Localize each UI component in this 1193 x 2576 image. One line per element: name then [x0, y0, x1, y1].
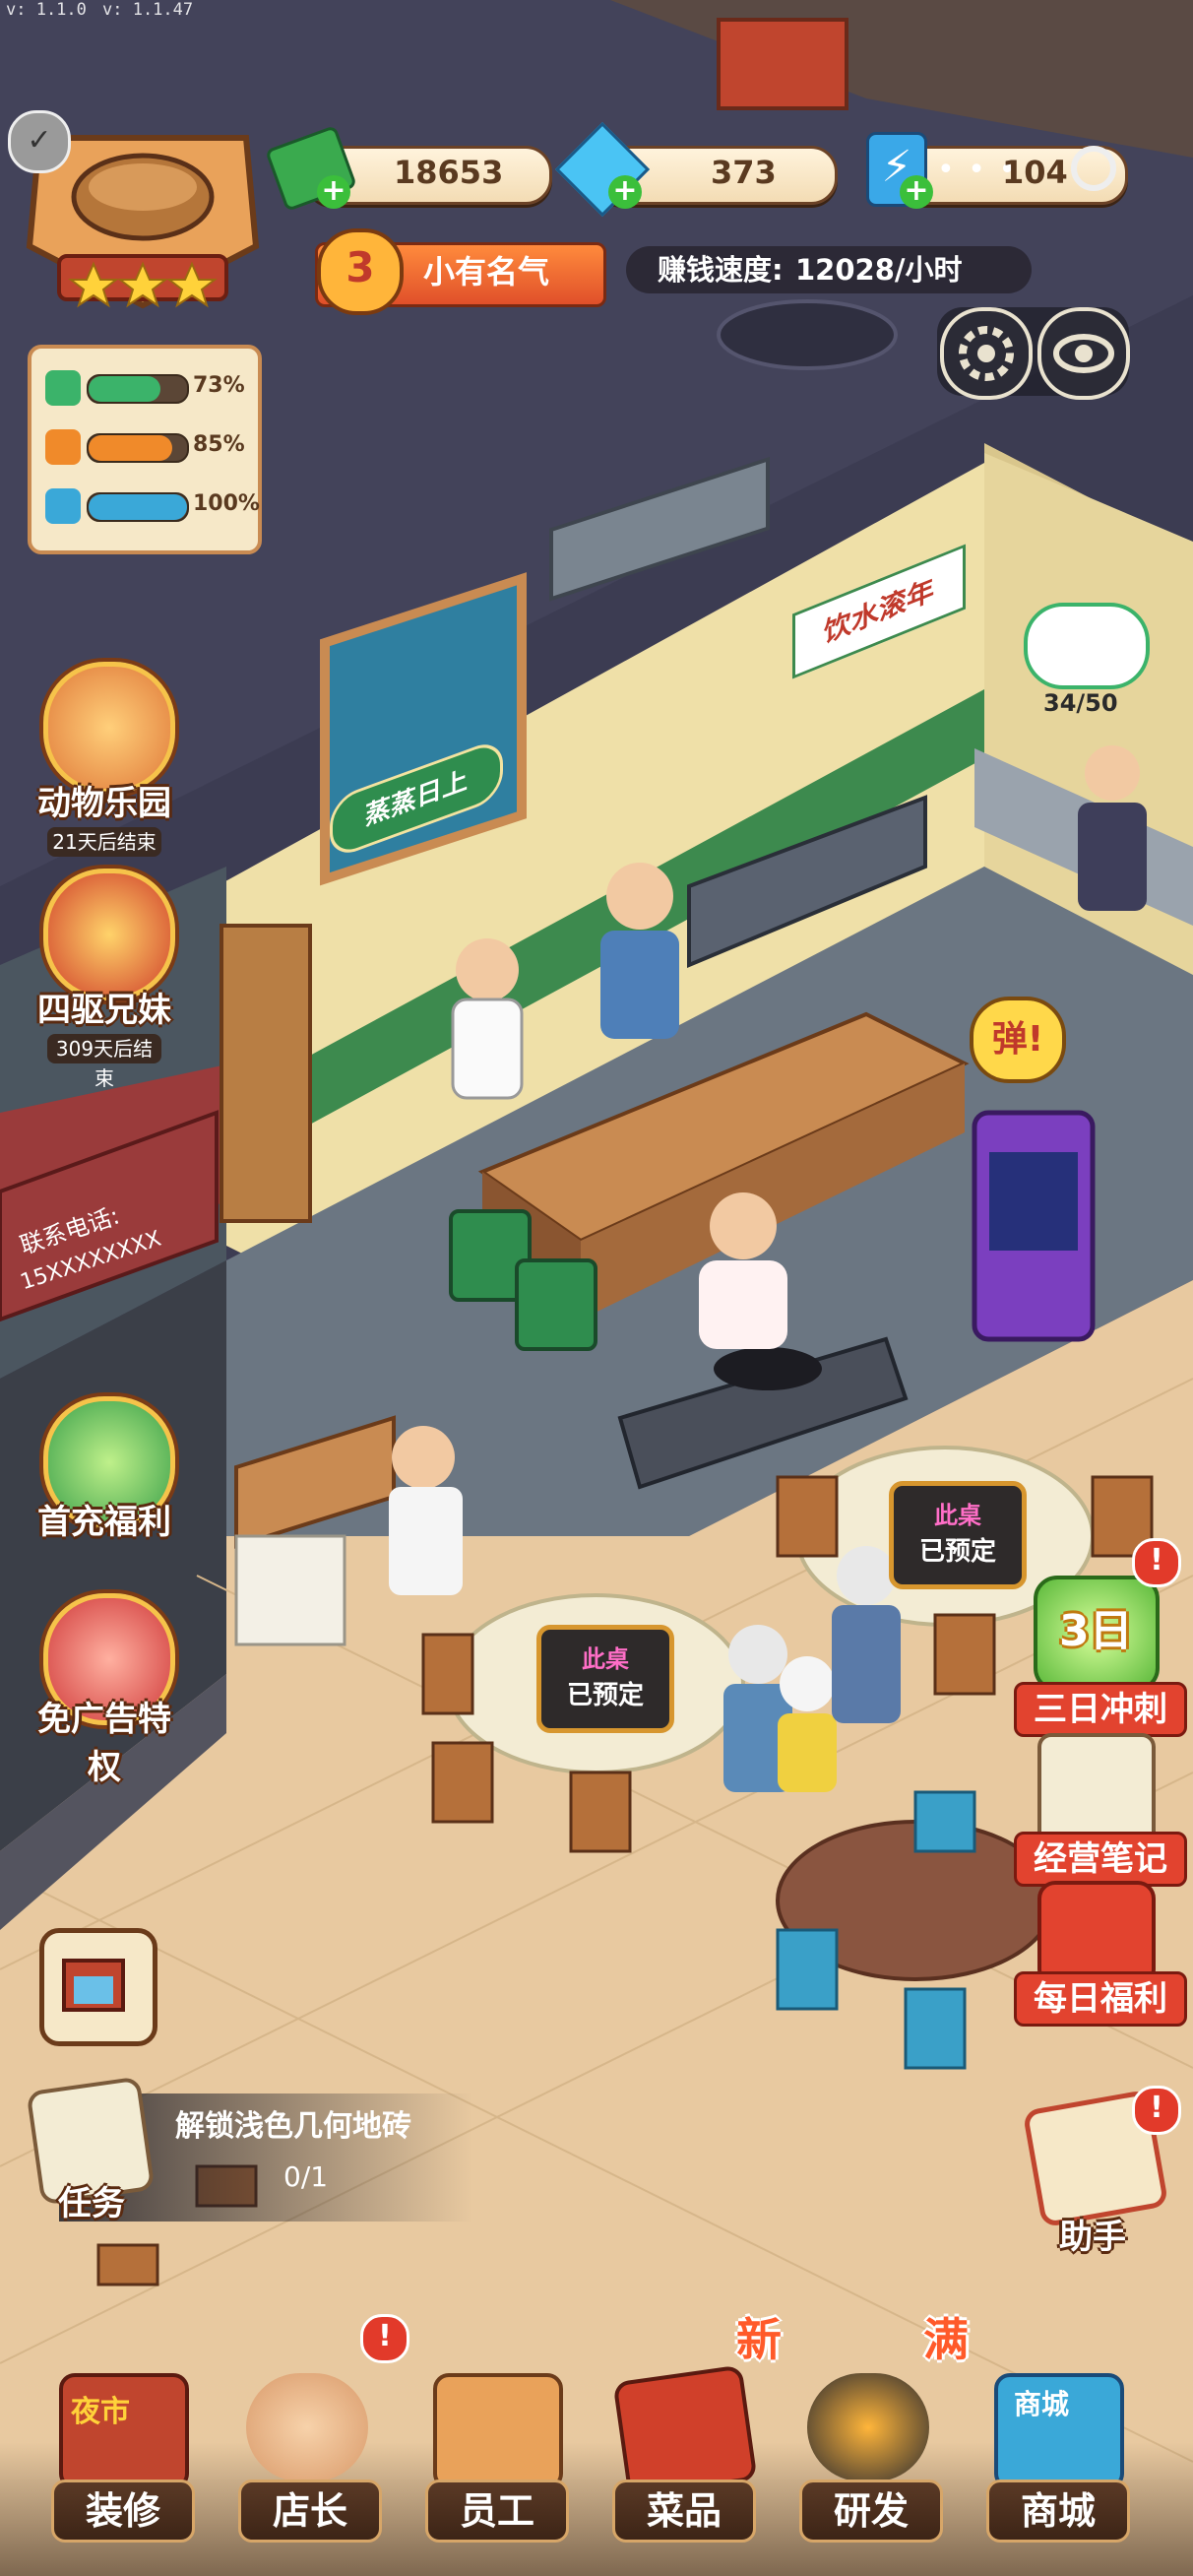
add-gems-icon[interactable]: + — [608, 175, 642, 209]
event-label: 首充福利 — [37, 1503, 171, 1542]
event-label: 三日冲刺 — [1014, 1682, 1187, 1737]
clover-icon — [45, 370, 81, 406]
notification-badge-icon: ! — [360, 2314, 409, 2363]
pop-bubble[interactable]: 弹! — [970, 997, 1066, 1083]
dish-rack[interactable] — [1024, 603, 1150, 689]
eye-icon — [1053, 334, 1114, 373]
nav-label: 员工 — [425, 2479, 569, 2543]
staff-badge-icon — [433, 2373, 563, 2489]
race-car-icon — [43, 869, 175, 1000]
view-button[interactable] — [1037, 307, 1130, 400]
stat-bar — [87, 433, 189, 463]
fame-level: 3 — [345, 243, 375, 291]
dish-counter: 34/50 — [1043, 689, 1118, 717]
energy-timer-icon — [1071, 146, 1116, 191]
octopus-icon — [43, 662, 175, 794]
event-timer: 309天后结束 — [47, 1034, 161, 1090]
nav-label: 研发 — [799, 2479, 943, 2543]
reserved-sign-line2: 已预定 — [566, 1681, 644, 1710]
nav-label: 菜品 — [612, 2479, 756, 2543]
build-version-label: v: 1.1.47 — [102, 0, 194, 20]
stat-bar — [87, 492, 189, 522]
energy-value: 104 — [1002, 154, 1068, 191]
nav-dishes[interactable]: 菜品 — [593, 2363, 770, 2576]
event-label: 经营笔记 — [1014, 1832, 1187, 1887]
add-cash-icon[interactable]: + — [317, 175, 350, 209]
event-timer: 21天后结束 — [47, 827, 161, 857]
mall-sign: 商城 — [1014, 2388, 1070, 2420]
event-label: 动物乐园 — [37, 784, 171, 823]
full-tag: 满 — [923, 2313, 969, 2366]
staff-person-icon — [45, 488, 81, 524]
reserved-sign[interactable]: 此桌 已预定 — [536, 1625, 674, 1733]
food-dome-icon — [45, 429, 81, 465]
stat-bar — [87, 374, 189, 404]
stat-percent: 100% — [193, 491, 260, 516]
version-label: v: 1.1.0 — [6, 0, 87, 20]
fame-title: 小有名气 — [423, 253, 550, 290]
manager-avatar — [246, 2373, 368, 2481]
stat-percent: 85% — [193, 432, 245, 457]
gems-value: 373 — [711, 154, 777, 191]
nav-label: 装修 — [51, 2479, 195, 2543]
task-progress: 0/1 — [283, 2160, 329, 2193]
event-label: 每日福利 — [1014, 1971, 1187, 2027]
settings-badge-icon[interactable]: ✓ — [8, 110, 71, 173]
nav-research[interactable]: 研发 — [780, 2363, 957, 2576]
cash-value: 18653 — [394, 154, 504, 191]
stat-percent: 73% — [193, 373, 245, 398]
nav-label: 店长 — [238, 2479, 382, 2543]
nav-manager[interactable]: 店长 — [219, 2363, 396, 2576]
settings-button[interactable] — [940, 307, 1033, 400]
reserved-sign-line2: 已预定 — [918, 1537, 996, 1567]
gear-icon — [959, 326, 1014, 381]
stat-bar-fill — [89, 376, 160, 402]
reserved-sign[interactable]: 此桌 已预定 — [889, 1481, 1027, 1589]
stat-bar-fill — [89, 494, 187, 520]
task-title: 解锁浅色几何地砖 — [175, 2109, 411, 2144]
assistant-label: 助手 — [1059, 2218, 1126, 2257]
nav-staff[interactable]: 员工 — [406, 2363, 583, 2576]
nav-shop[interactable]: 商城 商城 — [967, 2363, 1144, 2576]
earn-rate-value: 12028/小时 — [795, 253, 963, 287]
earn-rate-label: 赚钱速度: — [658, 253, 784, 287]
nav-decorate[interactable]: 夜市 装修 — [31, 2363, 209, 2576]
reserved-sign-line1: 此桌 — [582, 1645, 629, 1673]
add-energy-icon[interactable]: + — [900, 175, 933, 209]
notification-badge-icon: ! — [1132, 1538, 1181, 1587]
new-tag: 新 — [736, 2313, 782, 2366]
notification-badge-icon: ! — [1132, 2086, 1181, 2135]
event-label: 免广告特权 — [37, 1700, 171, 1787]
wok-fire-icon — [807, 2373, 929, 2481]
reserved-sign-line1: 此桌 — [934, 1502, 981, 1529]
event-label: 四驱兄妹 — [37, 991, 171, 1030]
stat-bar-fill — [89, 435, 172, 461]
storefront-button[interactable] — [39, 1928, 157, 2046]
nav-label: 商城 — [986, 2479, 1130, 2543]
sprint-badge: 3日 — [1059, 1606, 1133, 1656]
recipe-book-icon — [612, 2364, 758, 2498]
night-market-sign: 夜市 — [71, 2395, 130, 2429]
shop-icon — [62, 1959, 125, 2012]
task-label: 任务 — [58, 2184, 125, 2223]
